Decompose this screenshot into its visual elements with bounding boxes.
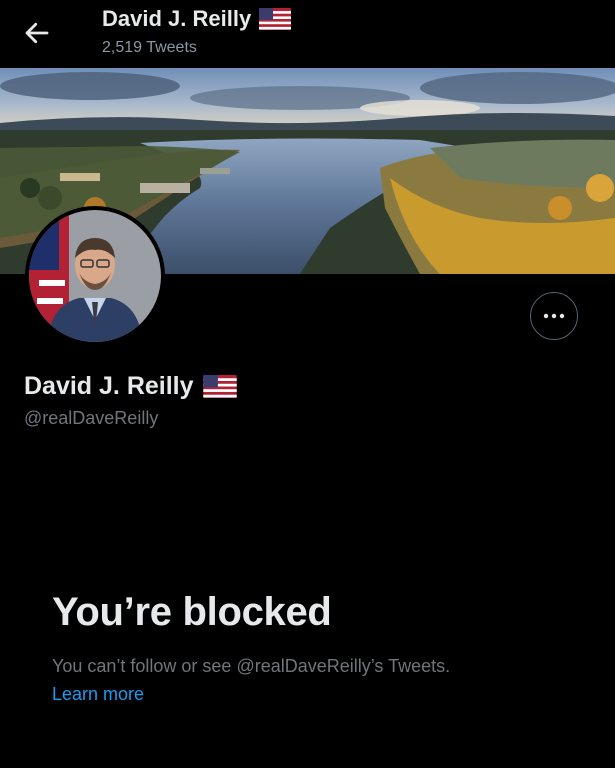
learn-more-link[interactable]: Learn more — [52, 684, 144, 705]
more-options-button[interactable] — [530, 292, 578, 340]
us-flag-icon — [202, 375, 237, 398]
avatar-image — [29, 210, 161, 342]
back-button[interactable] — [22, 18, 52, 48]
profile-name: David J. Reilly — [24, 372, 237, 401]
arrow-left-icon — [25, 22, 49, 44]
profile-handle: @realDaveReilly — [24, 408, 159, 428]
more-options-icon — [543, 313, 565, 319]
blocked-title: You’re blocked — [52, 590, 332, 634]
profile-display-name: David J. Reilly — [24, 372, 194, 400]
us-flag-icon — [259, 8, 292, 30]
top-bar: David J. Reilly 2,519 Tweets — [0, 0, 615, 68]
header-title: David J. Reilly — [102, 6, 292, 32]
tweet-count: 2,519 Tweets — [102, 39, 197, 56]
blocked-description: You can’t follow or see @realDaveReilly’… — [52, 656, 451, 676]
profile-avatar[interactable] — [25, 206, 165, 346]
header-name: David J. Reilly — [102, 6, 252, 31]
